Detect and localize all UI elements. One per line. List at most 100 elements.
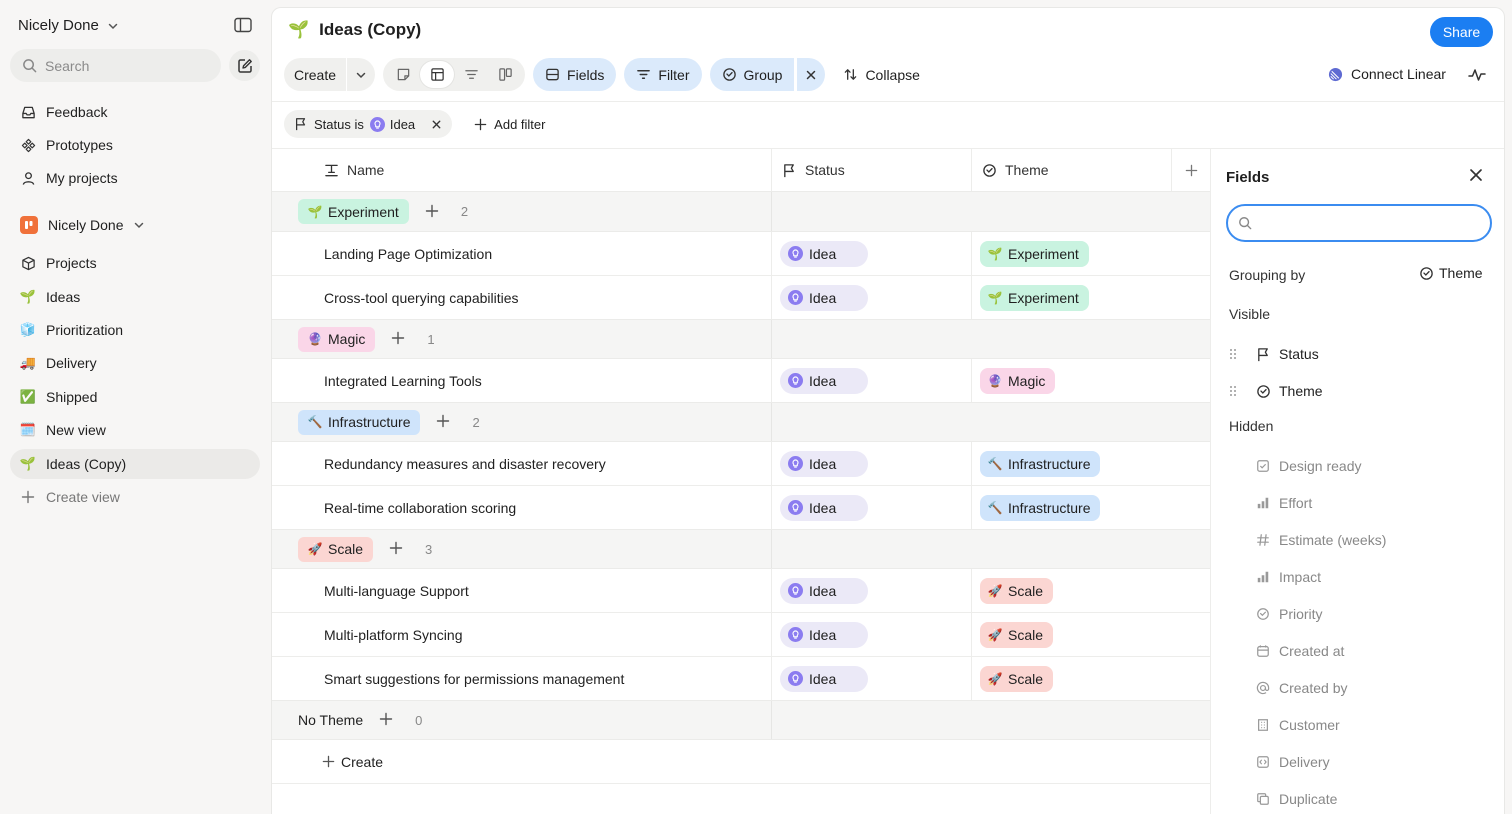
team-switcher[interactable]: Nicely Done bbox=[10, 210, 260, 240]
sidebar-toggle-icon[interactable] bbox=[234, 17, 254, 37]
theme-pill[interactable]: 🚀 Scale bbox=[980, 577, 1054, 604]
theme-pill[interactable]: 🚀 Scale bbox=[980, 621, 1054, 648]
hidden-field-effort[interactable]: Effort bbox=[1255, 491, 1312, 515]
sidebar-search[interactable]: Search bbox=[10, 49, 221, 82]
table-row[interactable]: Multi-language Support Idea 🚀 Scale bbox=[272, 568, 1210, 613]
hidden-field-created-by[interactable]: Created by bbox=[1255, 676, 1347, 700]
text-icon bbox=[325, 164, 338, 176]
sidebar-item-projects[interactable]: Projects bbox=[10, 248, 260, 278]
hidden-field-priority[interactable]: Priority bbox=[1255, 602, 1323, 626]
collapse-button[interactable]: Collapse bbox=[831, 58, 931, 91]
seedling-icon: 🌱 bbox=[19, 289, 37, 304]
group-tag[interactable]: 🔮 Magic bbox=[298, 326, 376, 352]
table-row[interactable]: Integrated Learning Tools Idea 🔮 Magic bbox=[272, 358, 1210, 403]
sidebar-item-ideas[interactable]: 🌱 Ideas bbox=[10, 282, 260, 312]
sidebar-item-new-view[interactable]: 🗓️ New view bbox=[10, 415, 260, 445]
status-pill[interactable]: Idea bbox=[780, 367, 868, 394]
group-tag[interactable]: 🌱 Experiment bbox=[298, 199, 409, 224]
status-pill[interactable]: Idea bbox=[780, 665, 868, 692]
compose-button[interactable] bbox=[229, 50, 260, 81]
linear-logo-icon bbox=[1328, 67, 1343, 81]
column-header-status[interactable]: Status bbox=[772, 149, 972, 191]
table-row[interactable]: Real-time collaboration scoring Idea 🔨 In… bbox=[272, 485, 1210, 530]
status-pill[interactable]: Idea bbox=[780, 284, 868, 311]
hidden-field-customer[interactable]: Customer bbox=[1255, 713, 1340, 737]
hidden-field-duplicate[interactable]: Duplicate bbox=[1255, 787, 1337, 811]
hidden-field-impact[interactable]: Impact bbox=[1255, 565, 1321, 589]
workspace-switcher[interactable]: Nicely Done bbox=[18, 17, 119, 34]
seedling-icon: 🌱 bbox=[19, 456, 37, 471]
group-tag[interactable]: 🚀 Scale bbox=[298, 536, 374, 562]
visible-field-status[interactable]: Status bbox=[1229, 342, 1319, 366]
add-item-icon[interactable] bbox=[425, 204, 441, 220]
sidebar-item-my-projects[interactable]: My projects bbox=[10, 163, 260, 193]
sidebar-item-prototypes[interactable]: Prototypes bbox=[10, 130, 260, 160]
visible-field-theme[interactable]: Theme bbox=[1229, 379, 1323, 403]
chevron-down-icon bbox=[135, 222, 144, 229]
search-icon bbox=[23, 59, 37, 73]
table-row[interactable]: Smart suggestions for permissions manage… bbox=[272, 656, 1210, 701]
group-button[interactable]: Group bbox=[709, 58, 795, 91]
theme-pill[interactable]: 🚀 Scale bbox=[980, 665, 1054, 692]
theme-pill[interactable]: 🌱 Experiment bbox=[980, 240, 1089, 267]
group-tag[interactable]: 🔨 Infrastructure bbox=[298, 409, 421, 435]
share-button[interactable]: Share bbox=[1430, 17, 1493, 47]
group-label[interactable]: No Theme bbox=[298, 712, 363, 728]
theme-pill[interactable]: 🔨 Infrastructure bbox=[980, 494, 1101, 521]
drag-handle-icon[interactable] bbox=[1229, 385, 1237, 397]
filter-button[interactable]: Filter bbox=[624, 58, 702, 91]
close-icon[interactable] bbox=[1469, 168, 1483, 182]
theme-pill[interactable]: 🌱 Experiment bbox=[980, 284, 1089, 311]
sidebar-item-ideas-copy[interactable]: 🌱 Ideas (Copy) bbox=[10, 449, 260, 479]
add-filter-button[interactable]: Add filter bbox=[462, 117, 545, 132]
board-view-icon[interactable] bbox=[488, 61, 522, 88]
clear-group-button[interactable] bbox=[797, 58, 826, 91]
remove-filter-icon[interactable] bbox=[431, 119, 442, 130]
create-button[interactable]: Create bbox=[284, 58, 346, 91]
sidebar-item-feedback[interactable]: Feedback bbox=[10, 97, 260, 127]
hidden-field-estimate[interactable]: Estimate (weeks) bbox=[1255, 528, 1386, 552]
status-pill[interactable]: Idea bbox=[780, 577, 868, 604]
theme-pill[interactable]: 🔨 Infrastructure bbox=[980, 450, 1101, 477]
chevron-down-icon bbox=[356, 72, 366, 78]
sidebar-item-delivery[interactable]: 🚚 Delivery bbox=[10, 348, 260, 378]
table-row[interactable]: Multi-platform Syncing Idea 🚀 Scale bbox=[272, 612, 1210, 657]
sidebar-item-prioritization[interactable]: 🧊 Prioritization bbox=[10, 315, 260, 345]
status-pill[interactable]: Idea bbox=[780, 450, 868, 477]
create-row-button[interactable]: Create bbox=[272, 740, 1210, 784]
connect-linear-button[interactable]: Connect Linear bbox=[1328, 66, 1446, 82]
add-column-button[interactable] bbox=[1172, 149, 1210, 191]
table-row[interactable]: Cross-tool querying capabilities Idea 🌱 E… bbox=[272, 275, 1210, 320]
add-item-icon[interactable] bbox=[379, 712, 395, 728]
column-header-theme[interactable]: Theme bbox=[972, 149, 1172, 191]
add-item-icon[interactable] bbox=[391, 331, 407, 347]
status-pill[interactable]: Idea bbox=[780, 240, 868, 267]
fields-search-input[interactable] bbox=[1258, 215, 1478, 231]
create-view-button[interactable]: Create view bbox=[10, 482, 260, 512]
table-row[interactable]: Landing Page Optimization Idea 🌱 Experime… bbox=[272, 231, 1210, 276]
table-row[interactable]: Redundancy measures and disaster recover… bbox=[272, 441, 1210, 486]
group-count: 1 bbox=[427, 331, 435, 347]
hidden-field-delivery[interactable]: Delivery bbox=[1255, 750, 1330, 774]
status-pill[interactable]: Idea bbox=[780, 621, 868, 648]
hidden-field-design-ready[interactable]: Design ready bbox=[1255, 454, 1362, 478]
grouping-value[interactable]: Theme bbox=[1419, 265, 1483, 281]
fields-button[interactable]: Fields bbox=[533, 58, 617, 91]
create-dropdown-button[interactable] bbox=[347, 58, 375, 91]
status-filter-chip[interactable]: Status is Idea bbox=[284, 110, 453, 138]
note-view-icon[interactable] bbox=[386, 61, 420, 88]
idea-icon bbox=[788, 456, 803, 471]
column-header-name[interactable]: Name bbox=[272, 149, 772, 191]
add-item-icon[interactable] bbox=[389, 541, 405, 557]
status-pill[interactable]: Idea bbox=[780, 494, 868, 521]
table-view-icon[interactable] bbox=[420, 61, 455, 88]
activity-icon[interactable] bbox=[1468, 67, 1486, 83]
add-item-icon[interactable] bbox=[436, 414, 452, 430]
drag-handle-icon[interactable] bbox=[1229, 348, 1237, 360]
sidebar-item-shipped[interactable]: ✅ Shipped bbox=[10, 382, 260, 412]
list-view-icon[interactable] bbox=[454, 61, 488, 88]
view-switcher bbox=[383, 58, 526, 91]
hidden-field-created-at[interactable]: Created at bbox=[1255, 639, 1344, 663]
theme-pill[interactable]: 🔮 Magic bbox=[980, 367, 1056, 394]
circle-check-icon bbox=[722, 68, 736, 81]
